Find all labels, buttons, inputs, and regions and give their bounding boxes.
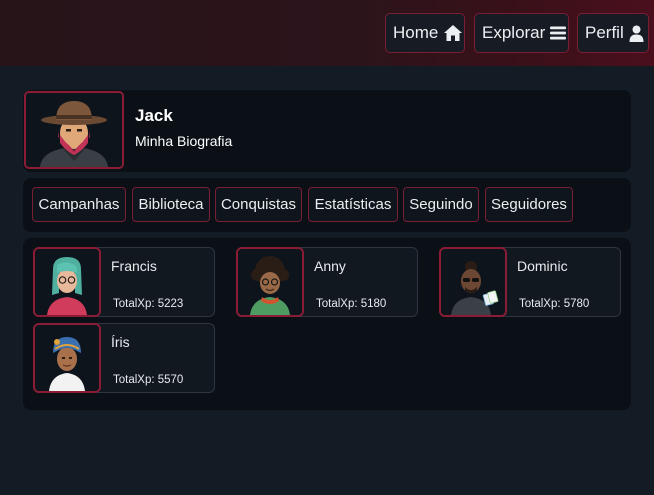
friend-avatar <box>439 247 507 317</box>
home-icon <box>443 24 463 42</box>
friend-avatar <box>33 247 101 317</box>
nav-home-button[interactable]: Home <box>385 13 465 53</box>
user-icon <box>629 25 644 42</box>
profile-avatar <box>24 91 124 169</box>
following-list: Francis TotalXp: 5223 Anny TotalXp: 5180 <box>23 238 631 410</box>
friend-card-anny[interactable]: Anny TotalXp: 5180 <box>236 247 418 317</box>
nav-explore-label: Explorar <box>482 23 546 42</box>
headscarf-avatar-icon <box>35 325 99 391</box>
nav-profile-label: Perfil <box>585 23 624 42</box>
friend-avatar <box>236 247 304 317</box>
tab-campanhas[interactable]: Campanhas <box>32 187 126 222</box>
friend-name: Francis <box>111 258 157 274</box>
top-navbar: Home Explorar Perfil <box>0 0 654 66</box>
sunglasses-cards-avatar-icon <box>441 249 505 315</box>
menu-icon <box>550 25 567 41</box>
tab-conquistas[interactable]: Conquistas <box>215 187 302 222</box>
tab-estatisticas[interactable]: Estatísticas <box>308 187 398 222</box>
nav-profile-button[interactable]: Perfil <box>577 13 649 53</box>
friend-total-xp: TotalXp: 5180 <box>316 298 387 310</box>
tab-seguindo[interactable]: Seguindo <box>403 187 479 222</box>
nav-home-label: Home <box>393 23 439 42</box>
curly-hair-avatar-icon <box>238 249 302 315</box>
friend-name: Íris <box>111 334 130 350</box>
friend-card-dominic[interactable]: Dominic TotalXp: 5780 <box>439 247 621 317</box>
friend-avatar <box>33 323 101 393</box>
teal-hair-glasses-avatar-icon <box>35 249 99 315</box>
friend-total-xp: TotalXp: 5570 <box>113 374 184 386</box>
cowboy-avatar-icon <box>26 93 122 167</box>
friend-card-francis[interactable]: Francis TotalXp: 5223 <box>33 247 215 317</box>
profile-name: Jack <box>135 106 173 125</box>
friend-card-iris[interactable]: Íris TotalXp: 5570 <box>33 323 215 393</box>
profile-bio: Minha Biografia <box>135 133 233 149</box>
friend-name: Anny <box>314 258 346 274</box>
friend-total-xp: TotalXp: 5780 <box>519 298 590 310</box>
profile-card: Jack Minha Biografia <box>23 90 631 172</box>
friend-name: Dominic <box>517 258 568 274</box>
nav-explore-button[interactable]: Explorar <box>474 13 569 53</box>
tab-seguidores[interactable]: Seguidores <box>485 187 573 222</box>
profile-tabs: Campanhas Biblioteca Conquistas Estatíst… <box>23 178 631 232</box>
tab-biblioteca[interactable]: Biblioteca <box>132 187 210 222</box>
friend-total-xp: TotalXp: 5223 <box>113 298 184 310</box>
